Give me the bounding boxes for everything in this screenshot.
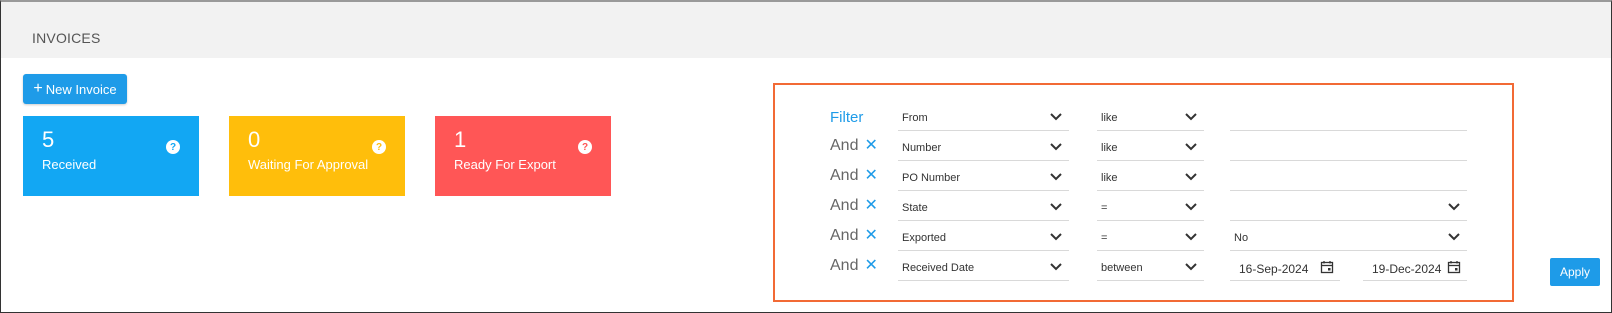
operator-select[interactable]: like bbox=[1097, 103, 1204, 131]
new-invoice-button[interactable]: + New Invoice bbox=[23, 74, 127, 104]
filter-title: Filter bbox=[830, 109, 864, 126]
and-conjunction: And ✕ bbox=[830, 167, 878, 185]
chevron-down-icon bbox=[1185, 143, 1197, 151]
waiting-approval-label: Waiting For Approval bbox=[248, 157, 369, 172]
chevron-down-icon bbox=[1050, 203, 1062, 211]
field-select[interactable]: Received Date bbox=[898, 253, 1069, 281]
value-input[interactable] bbox=[1230, 133, 1467, 161]
operator-select-value: between bbox=[1101, 262, 1143, 274]
operator-select[interactable]: = bbox=[1097, 223, 1204, 251]
field-select-value: From bbox=[902, 112, 928, 124]
field-select[interactable]: Exported bbox=[898, 223, 1069, 251]
and-conjunction: And ✕ bbox=[830, 257, 878, 275]
field-select-value: Exported bbox=[902, 232, 947, 244]
chevron-down-icon bbox=[1185, 113, 1197, 121]
and-label: And bbox=[830, 227, 859, 244]
filter-row: And ✕ PO Number like bbox=[775, 163, 1512, 191]
operator-select-value: like bbox=[1101, 112, 1118, 124]
help-icon[interactable]: ? bbox=[166, 140, 180, 154]
filter-panel: Filter From like And ✕ Number like And ✕… bbox=[773, 83, 1514, 302]
help-icon[interactable]: ? bbox=[578, 140, 592, 154]
field-select[interactable]: PO Number bbox=[898, 163, 1069, 191]
chevron-down-icon bbox=[1185, 233, 1197, 241]
operator-select[interactable]: = bbox=[1097, 193, 1204, 221]
plus-icon: + bbox=[33, 80, 43, 97]
date-from-value: 16-Sep-2024 bbox=[1239, 262, 1309, 276]
filter-row: And ✕ Exported = No bbox=[775, 223, 1512, 251]
chevron-down-icon bbox=[1448, 203, 1460, 211]
date-to-input[interactable]: 19-Dec-2024 bbox=[1363, 253, 1467, 281]
value-select-value: No bbox=[1234, 232, 1249, 244]
chevron-down-icon bbox=[1050, 143, 1062, 151]
chevron-down-icon bbox=[1050, 113, 1062, 121]
and-label: And bbox=[830, 167, 859, 184]
field-select-value: Number bbox=[902, 142, 942, 154]
received-label: Received bbox=[42, 157, 97, 172]
chevron-down-icon bbox=[1185, 263, 1197, 271]
close-icon[interactable]: ✕ bbox=[864, 228, 877, 244]
and-label: And bbox=[830, 197, 859, 214]
close-icon[interactable]: ✕ bbox=[864, 168, 877, 184]
and-label: And bbox=[830, 257, 859, 274]
and-conjunction: And ✕ bbox=[830, 197, 878, 215]
date-from-input[interactable]: 16-Sep-2024 bbox=[1230, 253, 1340, 281]
close-icon[interactable]: ✕ bbox=[864, 138, 877, 154]
filter-row: Filter From like bbox=[775, 103, 1512, 131]
ready-export-card[interactable]: 1 Ready For Export ? bbox=[435, 116, 611, 196]
operator-select-value: = bbox=[1101, 232, 1108, 244]
field-select[interactable]: From bbox=[898, 103, 1069, 131]
apply-button[interactable]: Apply bbox=[1550, 258, 1600, 286]
chevron-down-icon bbox=[1050, 263, 1062, 271]
page-header bbox=[1, 2, 1611, 58]
calendar-icon[interactable] bbox=[1447, 260, 1461, 274]
operator-select[interactable]: between bbox=[1097, 253, 1204, 281]
help-icon[interactable]: ? bbox=[372, 140, 386, 154]
value-select[interactable] bbox=[1230, 193, 1467, 221]
and-conjunction: And ✕ bbox=[830, 227, 878, 245]
field-select[interactable]: State bbox=[898, 193, 1069, 221]
date-to-value: 19-Dec-2024 bbox=[1372, 262, 1442, 276]
close-icon[interactable]: ✕ bbox=[864, 198, 877, 214]
close-icon[interactable]: ✕ bbox=[864, 258, 877, 274]
field-select-value: State bbox=[902, 202, 928, 214]
chevron-down-icon bbox=[1448, 233, 1460, 241]
value-input[interactable] bbox=[1230, 163, 1467, 191]
value-input[interactable] bbox=[1230, 103, 1467, 131]
operator-select-value: = bbox=[1101, 202, 1108, 214]
filter-row: And ✕ State = bbox=[775, 193, 1512, 221]
filter-row: And ✕ Received Date between 16-Sep-2024 … bbox=[775, 253, 1512, 281]
field-select-value: Received Date bbox=[902, 262, 975, 274]
received-card[interactable]: 5 Received ? bbox=[23, 116, 199, 196]
chevron-down-icon bbox=[1185, 203, 1197, 211]
new-invoice-label: New Invoice bbox=[45, 81, 117, 97]
chevron-down-icon bbox=[1050, 233, 1062, 241]
chevron-down-icon bbox=[1050, 173, 1062, 181]
filter-row: And ✕ Number like bbox=[775, 133, 1512, 161]
operator-select[interactable]: like bbox=[1097, 163, 1204, 191]
ready-export-label: Ready For Export bbox=[454, 157, 556, 172]
page-title: INVOICES bbox=[32, 30, 101, 46]
waiting-approval-card[interactable]: 0 Waiting For Approval ? bbox=[229, 116, 405, 196]
value-select[interactable]: No bbox=[1230, 223, 1467, 251]
operator-select[interactable]: like bbox=[1097, 133, 1204, 161]
chevron-down-icon bbox=[1185, 173, 1197, 181]
and-label: And bbox=[830, 137, 859, 154]
field-select[interactable]: Number bbox=[898, 133, 1069, 161]
field-select-value: PO Number bbox=[902, 172, 961, 184]
and-conjunction: And ✕ bbox=[830, 137, 878, 155]
operator-select-value: like bbox=[1101, 142, 1118, 154]
calendar-icon[interactable] bbox=[1320, 260, 1334, 274]
operator-select-value: like bbox=[1101, 172, 1118, 184]
